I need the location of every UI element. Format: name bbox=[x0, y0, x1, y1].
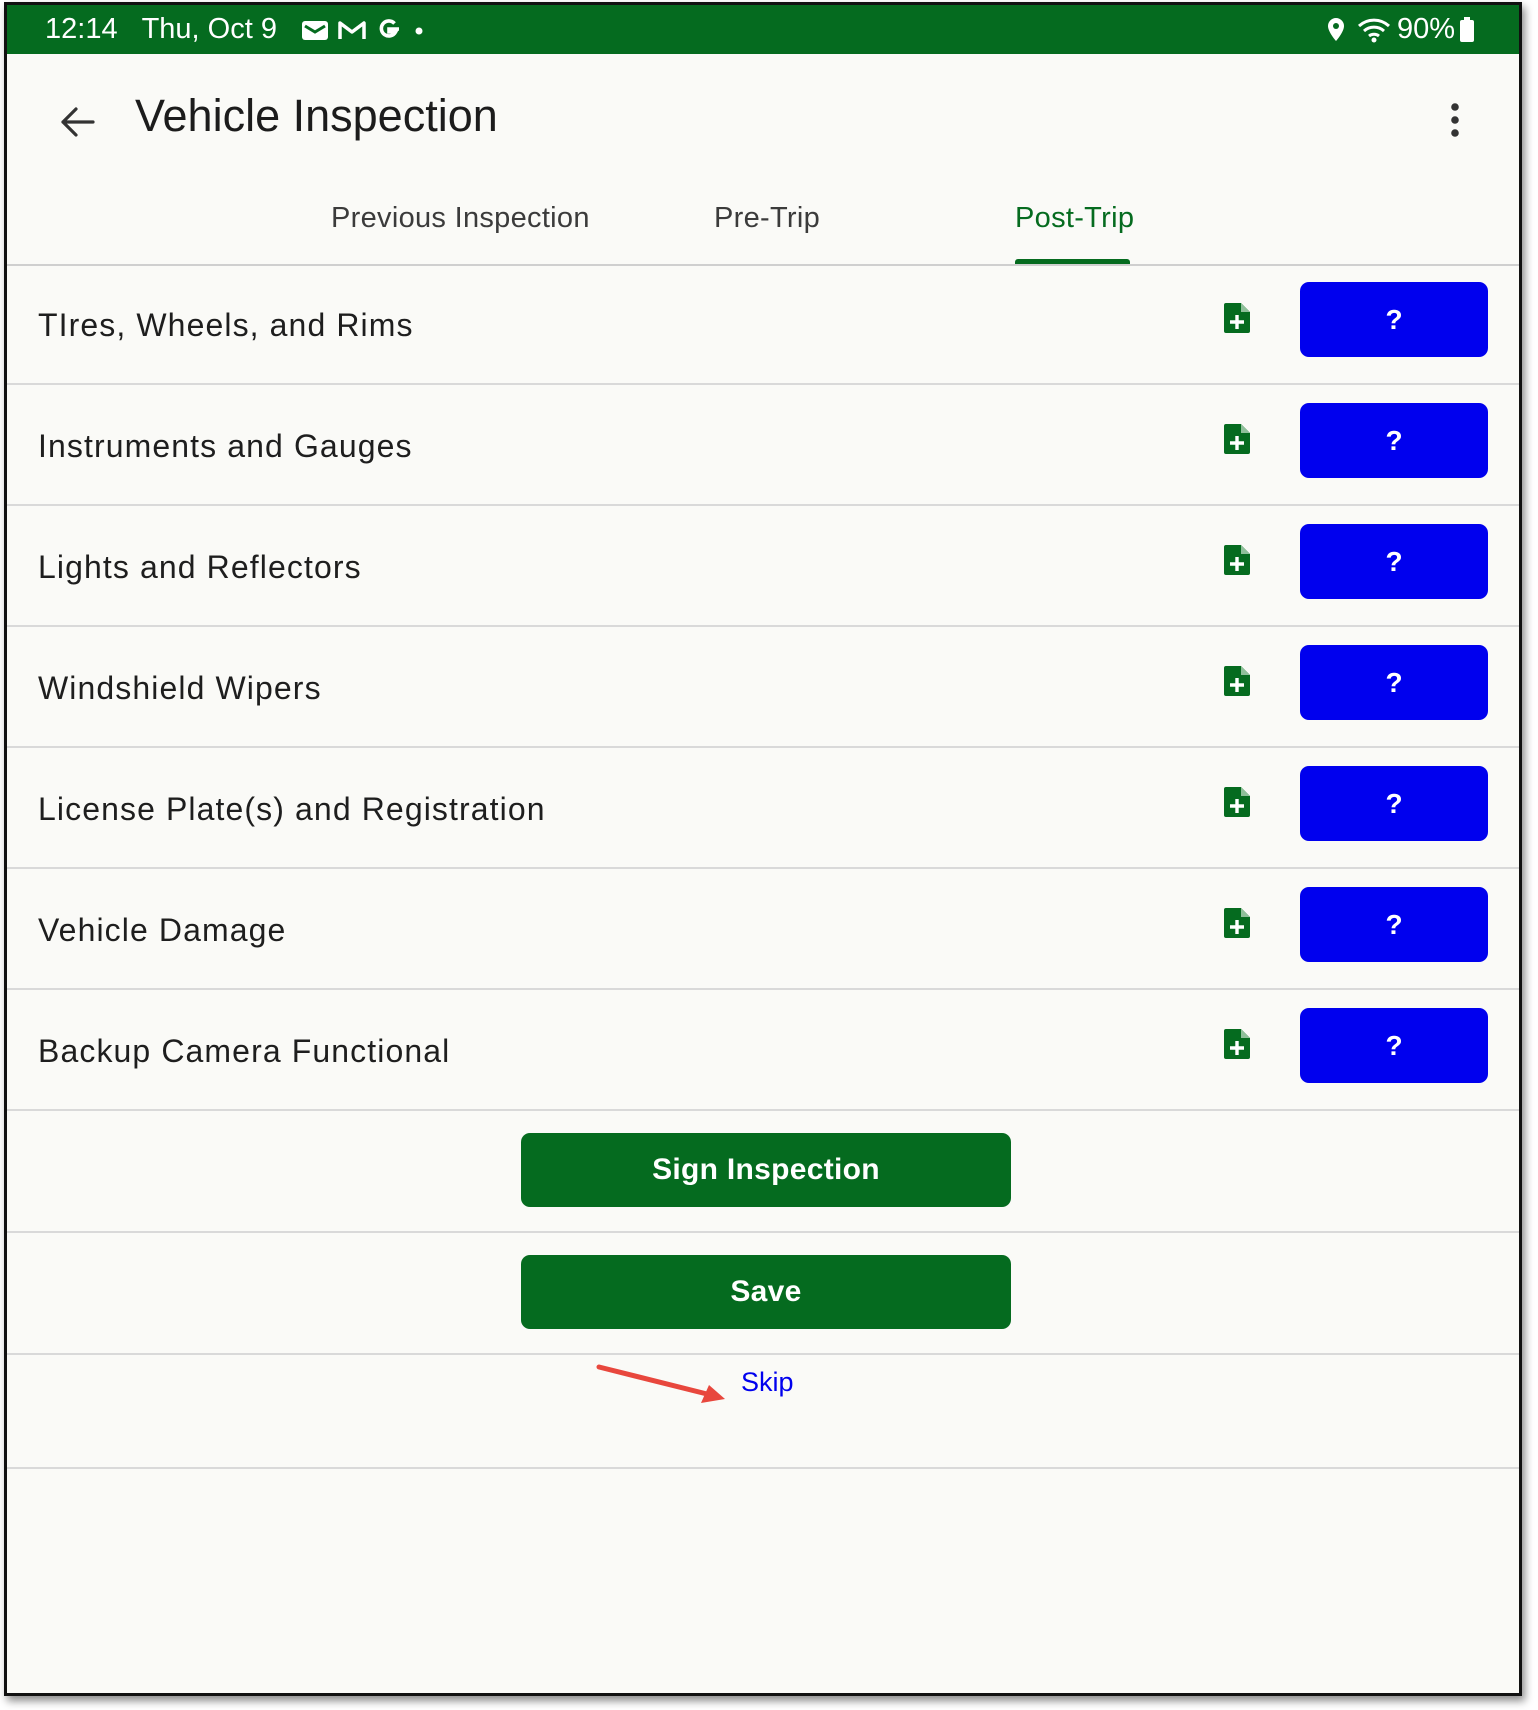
annotation-arrow-icon bbox=[596, 1364, 725, 1403]
sign-inspection-button[interactable]: Sign Inspection bbox=[521, 1133, 1011, 1207]
tab-bar: Previous Inspection Pre-Trip Post-Trip bbox=[7, 170, 1519, 266]
status-date: Thu, Oct 9 bbox=[141, 13, 277, 45]
sign-row: Sign Inspection bbox=[7, 1111, 1519, 1233]
battery-percent: 90% bbox=[1396, 13, 1455, 45]
save-button[interactable]: Save bbox=[521, 1255, 1011, 1329]
list-item: Vehicle Damage ? bbox=[7, 869, 1519, 990]
help-button[interactable]: ? bbox=[1300, 1008, 1488, 1083]
list-item: Backup Camera Functional ? bbox=[7, 990, 1519, 1111]
add-note-icon[interactable] bbox=[1223, 1028, 1251, 1060]
page-title: Vehicle Inspection bbox=[135, 90, 498, 141]
more-vert-icon bbox=[1451, 103, 1459, 137]
add-note-icon[interactable] bbox=[1223, 423, 1251, 455]
inspection-list: TIres, Wheels, and Rims ? Instruments an… bbox=[7, 264, 1519, 1469]
item-label: TIres, Wheels, and Rims bbox=[38, 307, 414, 343]
overflow-menu-button[interactable] bbox=[1435, 94, 1475, 146]
list-item: Windshield Wipers ? bbox=[7, 627, 1519, 748]
add-note-icon[interactable] bbox=[1223, 907, 1251, 939]
item-label: Vehicle Damage bbox=[38, 912, 287, 948]
help-button[interactable]: ? bbox=[1300, 887, 1488, 962]
tab-pre-trip[interactable]: Pre-Trip bbox=[714, 202, 820, 235]
save-row: Save bbox=[7, 1233, 1519, 1355]
item-label: License Plate(s) and Registration bbox=[38, 791, 546, 827]
list-item: Instruments and Gauges ? bbox=[7, 385, 1519, 506]
add-note-icon[interactable] bbox=[1223, 544, 1251, 576]
help-button[interactable]: ? bbox=[1300, 282, 1488, 357]
help-button[interactable]: ? bbox=[1300, 645, 1488, 720]
item-label: Windshield Wipers bbox=[38, 670, 322, 706]
tab-previous-inspection[interactable]: Previous Inspection bbox=[331, 202, 590, 235]
location-icon bbox=[1325, 16, 1347, 44]
mail-icon bbox=[301, 18, 329, 42]
skip-link[interactable]: Skip bbox=[741, 1367, 794, 1398]
arrow-back-icon bbox=[61, 107, 95, 137]
status-time: 12:14 bbox=[45, 13, 118, 45]
help-button[interactable]: ? bbox=[1300, 403, 1488, 478]
add-note-icon[interactable] bbox=[1223, 665, 1251, 697]
back-button[interactable] bbox=[51, 96, 103, 148]
list-item: Lights and Reflectors ? bbox=[7, 506, 1519, 627]
app-bar: Vehicle Inspection bbox=[7, 54, 1519, 170]
wifi-icon bbox=[1357, 16, 1391, 44]
list-item: License Plate(s) and Registration ? bbox=[7, 748, 1519, 869]
tab-post-trip[interactable]: Post-Trip bbox=[1015, 202, 1134, 235]
help-button[interactable]: ? bbox=[1300, 524, 1488, 599]
help-button[interactable]: ? bbox=[1300, 766, 1488, 841]
status-bar: 12:14 Thu, Oct 9 90% bbox=[7, 5, 1519, 54]
gmail-icon bbox=[337, 18, 367, 42]
dot-icon bbox=[411, 22, 427, 38]
item-label: Backup Camera Functional bbox=[38, 1033, 451, 1069]
add-note-icon[interactable] bbox=[1223, 302, 1251, 334]
skip-row: Skip bbox=[7, 1355, 1519, 1469]
device-screen: 12:14 Thu, Oct 9 90% Vehicle Inspection … bbox=[4, 2, 1522, 1696]
google-icon bbox=[375, 16, 403, 44]
add-note-icon[interactable] bbox=[1223, 786, 1251, 818]
battery-icon bbox=[1459, 16, 1475, 44]
item-label: Lights and Reflectors bbox=[38, 549, 362, 585]
item-label: Instruments and Gauges bbox=[38, 428, 413, 464]
list-item: TIres, Wheels, and Rims ? bbox=[7, 264, 1519, 385]
